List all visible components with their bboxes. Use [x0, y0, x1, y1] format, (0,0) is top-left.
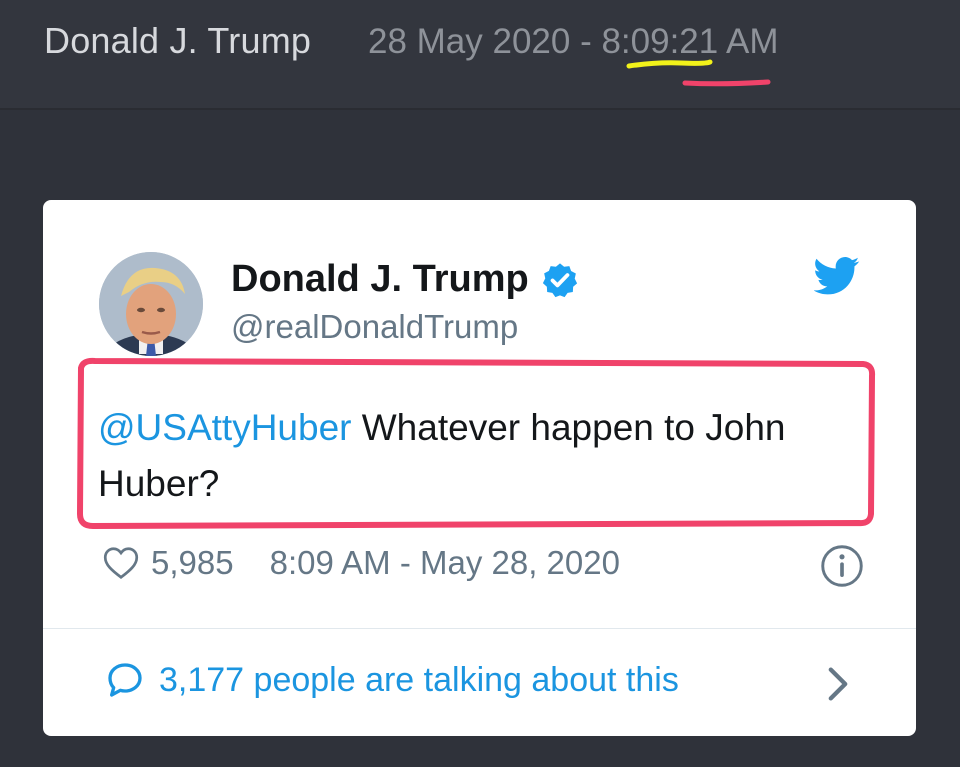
- tweet-author-row: Donald J. Trump: [231, 258, 579, 301]
- divider: [43, 628, 916, 629]
- speech-bubble-icon: [108, 663, 142, 697]
- red-underline-annotation: [682, 79, 771, 87]
- mention-link[interactable]: @USAttyHuber: [98, 407, 351, 448]
- profile-photo: [99, 252, 203, 356]
- info-icon[interactable]: [820, 544, 864, 588]
- verified-badge-icon: [542, 262, 577, 297]
- tweet-body: @USAttyHuber Whatever happen to John Hub…: [98, 400, 858, 512]
- talking-count: 3,177 people are talking about this: [159, 660, 679, 699]
- post-header: Donald J. Trump 28 May 2020 - 8:09:21 AM: [0, 0, 960, 110]
- conversation-link[interactable]: 3,177 people are talking about this: [105, 660, 679, 700]
- tweet-handle[interactable]: @realDonaldTrump: [231, 308, 518, 346]
- heart-icon[interactable]: [103, 546, 139, 580]
- avatar[interactable]: [99, 252, 203, 356]
- embedded-tweet-card[interactable]: Donald J. Trump @realDonaldTrump @USAtty…: [43, 200, 916, 736]
- header-timestamp[interactable]: 28 May 2020 - 8:09:21 AM: [368, 22, 779, 62]
- twitter-bird-icon[interactable]: [814, 256, 860, 296]
- header-author-name[interactable]: Donald J. Trump: [44, 20, 311, 62]
- like-count[interactable]: 5,985: [151, 544, 234, 582]
- tweet-meta-row: 5,985 8:09 AM - May 28, 2020: [103, 544, 620, 582]
- tweet-display-name[interactable]: Donald J. Trump: [231, 258, 529, 301]
- chevron-right-icon[interactable]: [826, 666, 850, 702]
- tweet-date[interactable]: 8:09 AM - May 28, 2020: [270, 544, 620, 582]
